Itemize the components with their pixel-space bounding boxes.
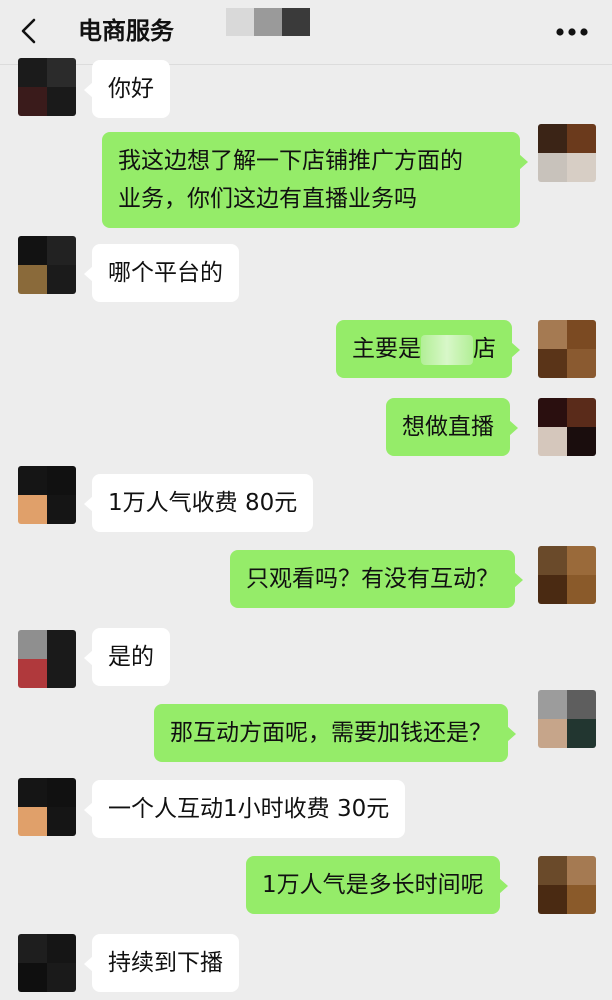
message-bubble-incoming[interactable]: 1万人气收费 80元: [83, 474, 314, 532]
contact-avatar[interactable]: [18, 630, 76, 688]
user-avatar[interactable]: [538, 398, 596, 456]
redacted-text: [421, 334, 473, 365]
message-text: 持续到下播: [108, 950, 223, 976]
message-text: 店: [473, 336, 496, 362]
message-bubble-incoming[interactable]: 哪个平台的: [84, 244, 239, 302]
user-avatar[interactable]: [538, 320, 596, 378]
message-bubble-outgoing[interactable]: 1万人气是多长时间呢: [246, 856, 508, 914]
contact-avatar[interactable]: [18, 236, 76, 294]
message-bubble-outgoing[interactable]: 主要是 店: [336, 320, 520, 378]
message-text: 主要是: [352, 336, 421, 362]
redacted-name: [226, 8, 310, 36]
message-text: 哪个平台的: [108, 260, 223, 286]
contact-avatar[interactable]: [18, 58, 76, 116]
message-text-line: 业务，你们这边有直播业务吗: [118, 186, 417, 212]
message-text: 1万人气收费 80元: [108, 490, 298, 516]
chat-header: 电商服务: [0, 0, 612, 65]
user-avatar[interactable]: [538, 546, 596, 604]
message-text: 1万人气是多长时间呢: [262, 872, 484, 898]
user-avatar[interactable]: [538, 124, 596, 182]
message-bubble-incoming[interactable]: 是的: [84, 628, 170, 686]
message-bubble-incoming[interactable]: 持续到下播: [84, 934, 239, 992]
contact-avatar[interactable]: [18, 778, 76, 836]
user-avatar[interactable]: [538, 856, 596, 914]
message-bubble-incoming[interactable]: 一个人互动1小时收费 30元: [83, 780, 406, 838]
message-bubble-outgoing[interactable]: 我这边想了解一下店铺推广方面的 业务，你们这边有直播业务吗: [102, 132, 528, 228]
message-text-line: 我这边想了解一下店铺推广方面的: [118, 148, 463, 174]
chat-title: 电商服务: [78, 17, 174, 45]
chevron-left-icon[interactable]: [14, 14, 48, 48]
contact-avatar[interactable]: [18, 466, 76, 524]
user-avatar[interactable]: [538, 690, 596, 748]
more-dots-icon[interactable]: [552, 18, 592, 46]
message-bubble-outgoing[interactable]: 那互动方面呢，需要加钱还是？: [154, 704, 516, 762]
message-bubble-outgoing[interactable]: 只观看吗？有没有互动？: [230, 550, 523, 608]
message-bubble-outgoing[interactable]: 想做直播: [386, 398, 518, 456]
message-text: 你好: [108, 76, 154, 102]
message-text: 是的: [108, 644, 154, 670]
contact-avatar[interactable]: [18, 934, 76, 992]
message-text: 那互动方面呢，需要加钱还是？: [170, 720, 492, 746]
chat-window: 电商服务 你好 我这边想了解一下店铺推广方面的 业务，你们这边有直播业务吗 哪个…: [0, 0, 612, 1000]
message-text: 只观看吗？有没有互动？: [246, 566, 499, 592]
message-bubble-incoming[interactable]: 你好: [84, 60, 170, 118]
message-text: 想做直播: [402, 414, 494, 440]
message-text: 一个人互动1小时收费 30元: [108, 796, 390, 822]
